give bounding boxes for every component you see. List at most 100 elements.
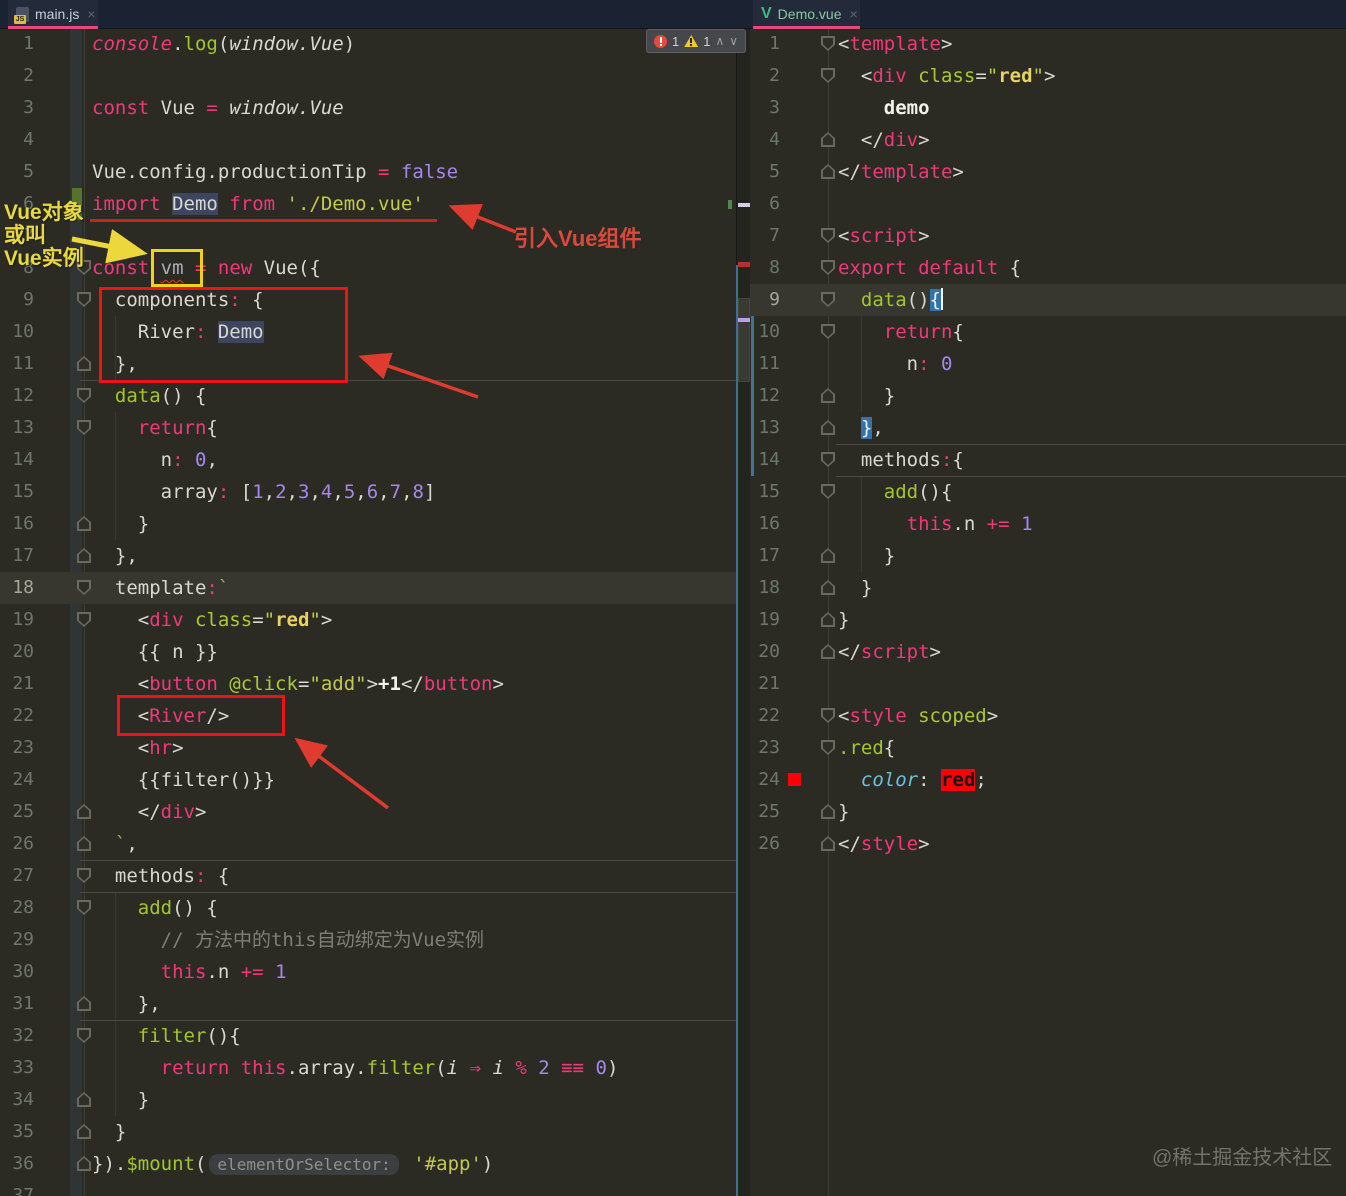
line-number[interactable]: 18 [750, 572, 780, 604]
fold-marker-icon[interactable] [821, 164, 835, 179]
close-icon[interactable]: × [849, 6, 857, 22]
code-line[interactable]: 2 <div class="red"> [750, 60, 1346, 92]
code-text[interactable]: .red{ [750, 732, 1346, 764]
fold-marker-icon[interactable] [77, 868, 91, 883]
line-number[interactable]: 4 [0, 124, 34, 156]
code-text[interactable]: import Demo from './Demo.vue' [0, 188, 736, 220]
fold-marker-icon[interactable] [821, 68, 835, 83]
code-text[interactable]: data() { [0, 380, 736, 412]
code-text[interactable]: n: 0, [0, 444, 736, 476]
line-number[interactable]: 16 [0, 508, 34, 540]
line-number[interactable]: 22 [0, 700, 34, 732]
line-number[interactable]: 1 [750, 28, 780, 60]
code-text[interactable]: const vm = new Vue({ [0, 252, 736, 284]
line-number[interactable]: 2 [0, 60, 34, 92]
line-number[interactable]: 24 [0, 764, 34, 796]
line-number[interactable]: 13 [750, 412, 780, 444]
code-line[interactable]: 1 <template> [750, 28, 1346, 60]
line-number[interactable]: 26 [750, 828, 780, 860]
line-number[interactable]: 30 [0, 956, 34, 988]
scrollbar-mark-lavender[interactable] [738, 318, 750, 322]
line-number[interactable]: 17 [750, 540, 780, 572]
code-line[interactable]: 18 } [750, 572, 1346, 604]
code-line[interactable]: 6 [750, 188, 1346, 220]
code-line[interactable]: 8 export default { [750, 252, 1346, 284]
chevron-down-icon[interactable]: ∨ [729, 35, 738, 47]
code-text[interactable]: }, [750, 412, 1346, 444]
code-line[interactable]: 19 <div class="red"> [0, 604, 736, 636]
line-number[interactable]: 37 [0, 1180, 34, 1196]
code-line[interactable]: 9 data(){ [750, 284, 1346, 316]
code-line[interactable]: 14 methods:{ [750, 444, 1346, 476]
editor-main-js[interactable]: 1 console.log(window.Vue) 2 3 const Vue = wi… [0, 28, 736, 1196]
line-number[interactable]: 12 [750, 380, 780, 412]
code-text[interactable]: add(){ [750, 476, 1346, 508]
line-number[interactable]: 2 [750, 60, 780, 92]
code-line[interactable]: 20 {{ n }} [0, 636, 736, 668]
scrollbar-mark-white[interactable] [738, 203, 750, 207]
line-number[interactable]: 21 [0, 668, 34, 700]
line-number[interactable]: 14 [750, 444, 780, 476]
code-text[interactable]: {{filter()}} [0, 764, 736, 796]
code-line[interactable]: 4 </div> [750, 124, 1346, 156]
code-text[interactable]: filter(){ [0, 1020, 736, 1052]
code-line[interactable]: 17 } [750, 540, 1346, 572]
code-text[interactable]: return this.array.filter(i ⇒ i % 2 ≡≡ 0) [0, 1052, 736, 1084]
line-number[interactable]: 28 [0, 892, 34, 924]
code-line[interactable]: 24 color: red; [750, 764, 1346, 796]
line-number[interactable]: 20 [0, 636, 34, 668]
line-number[interactable]: 1 [0, 28, 34, 60]
fold-marker-icon[interactable] [77, 996, 91, 1011]
code-line[interactable]: 33 return this.array.filter(i ⇒ i % 2 ≡≡… [0, 1052, 736, 1084]
code-text[interactable]: <hr> [0, 732, 736, 764]
code-text[interactable]: </style> [750, 828, 1346, 860]
fold-marker-icon[interactable] [77, 1124, 91, 1139]
line-number[interactable]: 25 [750, 796, 780, 828]
fold-marker-icon[interactable] [821, 740, 835, 755]
line-number[interactable]: 26 [0, 828, 34, 860]
fold-marker-icon[interactable] [821, 260, 835, 275]
line-number[interactable]: 29 [0, 924, 34, 956]
code-text[interactable]: } [0, 508, 736, 540]
code-text[interactable]: <script> [750, 220, 1346, 252]
code-text[interactable]: } [750, 604, 1346, 636]
line-number[interactable]: 34 [0, 1084, 34, 1116]
line-number[interactable]: 36 [0, 1148, 34, 1180]
code-line[interactable]: 28 add() { [0, 892, 736, 924]
inspection-widget[interactable]: 1 1 ∧ ∨ [646, 29, 747, 53]
line-number[interactable]: 20 [750, 636, 780, 668]
line-number[interactable]: 33 [0, 1052, 34, 1084]
code-text[interactable]: template:` [0, 572, 736, 604]
line-number[interactable]: 7 [750, 220, 780, 252]
code-line[interactable]: 37 [0, 1180, 736, 1196]
fold-marker-icon[interactable] [821, 804, 835, 819]
code-line[interactable]: 12 data() { [0, 380, 736, 412]
code-line[interactable]: 3 demo [750, 92, 1346, 124]
code-text[interactable]: <button @click="add">+1</button> [0, 668, 736, 700]
line-number[interactable]: 19 [750, 604, 780, 636]
code-line[interactable]: 16 } [0, 508, 736, 540]
code-text[interactable]: demo [750, 92, 1346, 124]
fold-marker-icon[interactable] [821, 644, 835, 659]
code-text[interactable]: methods: { [0, 860, 736, 892]
code-line[interactable]: 16 this.n += 1 [750, 508, 1346, 540]
code-line[interactable]: 30 this.n += 1 [0, 956, 736, 988]
code-line[interactable]: 13 }, [750, 412, 1346, 444]
code-line[interactable]: 15 array: [1,2,3,4,5,6,7,8] [0, 476, 736, 508]
code-text[interactable]: {{ n }} [0, 636, 736, 668]
fold-marker-icon[interactable] [77, 548, 91, 563]
code-text[interactable]: </div> [0, 796, 736, 828]
close-icon[interactable]: × [87, 6, 95, 22]
code-line[interactable]: 23 .red{ [750, 732, 1346, 764]
code-line[interactable]: 26 `, [0, 828, 736, 860]
code-line[interactable]: 6 import Demo from './Demo.vue' [0, 188, 736, 220]
line-number[interactable]: 4 [750, 124, 780, 156]
code-text[interactable]: }, [0, 988, 736, 1020]
code-text[interactable]: this.n += 1 [750, 508, 1346, 540]
code-line[interactable]: 25} [750, 796, 1346, 828]
code-text[interactable]: </script> [750, 636, 1346, 668]
line-number[interactable]: 8 [750, 252, 780, 284]
fold-marker-icon[interactable] [77, 1092, 91, 1107]
fold-marker-icon[interactable] [77, 836, 91, 851]
line-number[interactable]: 15 [750, 476, 780, 508]
